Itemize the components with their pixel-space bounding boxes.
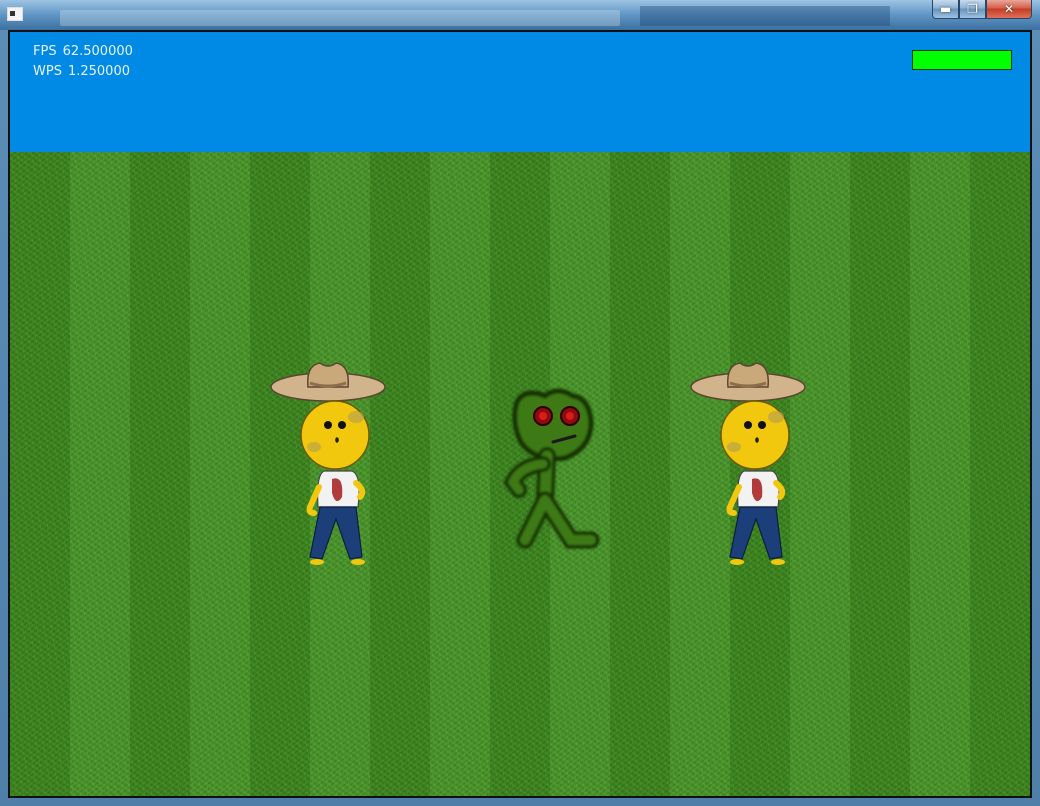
title-bar-reflection xyxy=(60,10,620,26)
minimize-icon: ▬ xyxy=(939,2,952,16)
app-window-icon[interactable] xyxy=(7,7,23,21)
farmer-right[interactable] xyxy=(690,357,810,572)
maximize-button[interactable]: ❐ xyxy=(959,0,986,19)
window-controls: ▬ ❐ ✕ xyxy=(932,0,1032,20)
minimize-button[interactable]: ▬ xyxy=(932,0,959,19)
health-bar-fill xyxy=(913,51,1011,69)
farmer-head-icon xyxy=(720,400,790,470)
fps-label: FPS xyxy=(33,44,57,59)
wps-label: WPS xyxy=(33,64,62,79)
sky-hud-panel xyxy=(10,32,1030,152)
farmer-body-icon xyxy=(726,470,786,565)
farmer-body-icon xyxy=(306,470,366,565)
farmer-left[interactable] xyxy=(270,357,390,572)
title-bar-reflection-secondary xyxy=(640,6,890,26)
game-canvas[interactable]: FPS 62.500000 WPS 1.250000 xyxy=(8,30,1032,798)
zombie-center[interactable] xyxy=(495,382,605,562)
close-icon: ✕ xyxy=(1003,2,1015,16)
farmer-hat-icon xyxy=(690,362,806,402)
fps-readout: FPS 62.500000 xyxy=(33,44,133,59)
wps-value: 1.250000 xyxy=(67,64,130,79)
game-window: ▬ ❐ ✕ FPS 62.500000 WPS 1.250000 xyxy=(0,0,1040,806)
fps-value: 62.500000 xyxy=(62,44,133,59)
farmer-hat-icon xyxy=(270,362,386,402)
farmer-head-icon xyxy=(300,400,370,470)
title-bar[interactable]: ▬ ❐ ✕ xyxy=(0,0,1040,30)
close-button[interactable]: ✕ xyxy=(986,0,1032,19)
wps-readout: WPS 1.250000 xyxy=(33,64,130,79)
health-bar xyxy=(912,50,1012,70)
maximize-icon: ❐ xyxy=(967,2,978,16)
